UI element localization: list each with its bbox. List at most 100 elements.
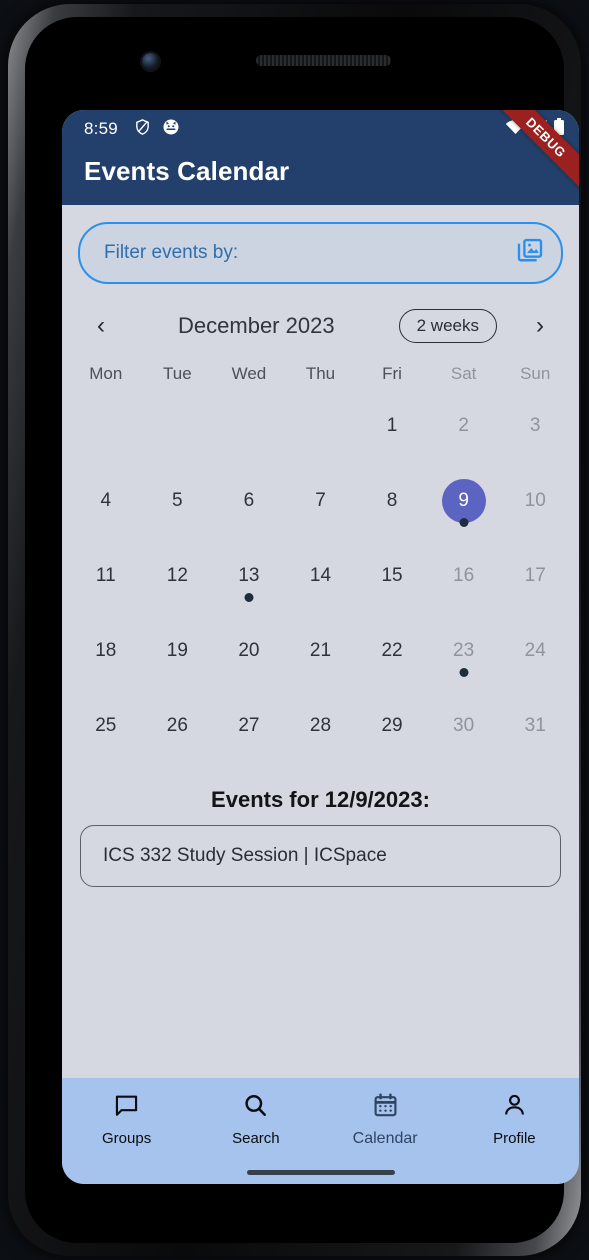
calendar-day-cell[interactable]: 26	[142, 694, 214, 769]
calendar-day-cell[interactable]: 29	[356, 694, 428, 769]
calendar-day-empty	[142, 394, 214, 469]
front-camera-icon	[142, 53, 159, 70]
nav-item-label: Search	[232, 1130, 280, 1147]
calendar-day-cell[interactable]: 11	[70, 544, 142, 619]
events-section-title: Events for 12/9/2023:	[211, 787, 430, 812]
nav-item-label: Profile	[493, 1130, 536, 1147]
app-content: Filter events by: ‹ December 2023 2 week…	[62, 205, 579, 1078]
next-month-button[interactable]: ›	[523, 314, 557, 338]
calendar-day-number: 15	[381, 565, 403, 586]
filter-events-bar[interactable]: Filter events by:	[78, 222, 563, 284]
calendar-day-cell[interactable]: 16	[428, 544, 500, 619]
calendar-day-number	[84, 404, 128, 448]
calendar-day-cell[interactable]: 14	[285, 544, 357, 619]
phone-frame: 8:59 Events Calendar DEBUG Filter events…	[8, 4, 581, 1256]
calendar-day-cell[interactable]: 27	[213, 694, 285, 769]
calendar-day-number	[155, 404, 199, 448]
calendar-day-grid: 1 2 3 4 5 6 7 8 9 10 11 12 13 14 15 16 17 18 19 20 21 22 23 24 2…	[70, 394, 571, 769]
calendar-day-cell[interactable]: 13	[213, 544, 285, 619]
nav-item-label: Groups	[102, 1130, 152, 1147]
calendar-day-number: 5	[172, 490, 183, 511]
calendar-day-cell[interactable]: 18	[70, 619, 142, 694]
calendar-day-number: 3	[529, 415, 541, 436]
calendar-day-cell[interactable]: 10	[499, 469, 571, 544]
calendar-day-cell[interactable]: 4	[70, 469, 142, 544]
calendar-day-cell[interactable]: 15	[356, 544, 428, 619]
calendar-day-number: 8	[386, 490, 398, 511]
nav-item-groups[interactable]: Groups	[62, 1092, 191, 1148]
status-left-icon-group	[134, 118, 180, 141]
weekday-header: Fri	[382, 364, 402, 383]
calendar-day-cell[interactable]: 7	[285, 469, 357, 544]
calendar-day-number: 9	[441, 479, 486, 523]
calendar-day-empty	[285, 394, 357, 469]
calendar-day-cell[interactable]: 5	[142, 469, 214, 544]
calendar-day-number: 22	[381, 640, 403, 661]
calendar-day-cell[interactable]: 12	[142, 544, 214, 619]
calendar-day-number: 6	[243, 490, 255, 511]
weekday-header: Thu	[305, 364, 336, 383]
calendar-day-cell[interactable]: 20	[213, 619, 285, 694]
calendar-day-number: 28	[309, 715, 332, 736]
nav-item-calendar[interactable]: Calendar	[321, 1092, 450, 1148]
prev-month-button[interactable]: ‹	[84, 314, 118, 338]
calendar-day-cell[interactable]: 6	[213, 469, 285, 544]
calendar-day-number: 21	[309, 640, 332, 661]
event-indicator-dot	[459, 668, 469, 677]
calendar-header: ‹ December 2023 2 weeks ›	[84, 306, 557, 346]
phone-body: 8:59 Events Calendar DEBUG Filter events…	[25, 17, 579, 1243]
calendar-day-cell[interactable]: 9	[428, 469, 500, 544]
search-icon	[242, 1092, 269, 1124]
earpiece-speaker	[256, 55, 391, 66]
nav-item-profile[interactable]: Profile	[450, 1092, 579, 1148]
calendar-day-cell[interactable]: 1	[356, 394, 428, 469]
event-card[interactable]: ICS 332 Study Session | ICSpace	[80, 825, 561, 887]
calendar-day-number: 16	[453, 565, 475, 586]
calendar-day-number: 19	[166, 640, 188, 661]
calendar-day-cell[interactable]: 17	[499, 544, 571, 619]
calendar-day-cell[interactable]: 2	[428, 394, 500, 469]
calendar-day-number: 14	[309, 565, 332, 586]
calendar-day-cell[interactable]: 3	[499, 394, 571, 469]
status-bar: 8:59	[62, 110, 579, 148]
calendar-format-button[interactable]: 2 weeks	[398, 309, 497, 343]
calendar-day-number: 30	[453, 715, 475, 736]
calendar-day-cell[interactable]: 21	[285, 619, 357, 694]
event-indicator-dot	[244, 593, 254, 602]
filter-label: Filter events by:	[104, 242, 239, 263]
phone-screen: 8:59 Events Calendar DEBUG Filter events…	[62, 110, 579, 1184]
nav-item-label: Calendar	[352, 1130, 418, 1147]
nav-item-search[interactable]: Search	[191, 1092, 320, 1148]
bottom-nav-items: Groups Search Calendar Profile	[62, 1092, 579, 1148]
calendar-day-number: 4	[100, 490, 112, 511]
calendar-day-number: 24	[524, 640, 546, 661]
calendar-day-number: 13	[238, 565, 260, 586]
calendar-day-number: 10	[524, 490, 546, 511]
calendar-day-cell[interactable]: 25	[70, 694, 142, 769]
weekday-header: Wed	[231, 364, 267, 383]
calendar-day-empty	[213, 394, 285, 469]
calendar-day-cell[interactable]: 28	[285, 694, 357, 769]
calendar-day-number: 17	[524, 565, 546, 586]
calendar-day-cell[interactable]: 24	[499, 619, 571, 694]
calendar-day-cell[interactable]: 31	[499, 694, 571, 769]
weekday-header-row: Mon Tue Wed Thu Fri Sat Sun	[70, 364, 571, 384]
weekday-header: Sun	[520, 364, 551, 383]
calendar-day-number: 2	[458, 415, 469, 436]
event-indicator-dot	[459, 518, 469, 527]
photo-library-icon[interactable]	[515, 236, 545, 271]
calendar-month-label: December 2023	[178, 313, 335, 338]
calendar-day-cell[interactable]: 23	[428, 619, 500, 694]
cat-face-icon	[162, 118, 180, 141]
calendar-day-cell[interactable]: 8	[356, 469, 428, 544]
calendar-day-number: 20	[238, 640, 260, 661]
gesture-home-indicator[interactable]	[246, 1170, 395, 1175]
person-icon	[501, 1092, 528, 1124]
shield-icon	[134, 118, 151, 141]
calendar-day-cell[interactable]: 19	[142, 619, 214, 694]
calendar-day-number: 1	[386, 415, 398, 436]
bottom-navigation-bar: Groups Search Calendar Profile	[62, 1078, 579, 1184]
calendar-day-cell[interactable]: 22	[356, 619, 428, 694]
calendar-day-number: 31	[524, 715, 546, 736]
calendar-day-cell[interactable]: 30	[428, 694, 500, 769]
